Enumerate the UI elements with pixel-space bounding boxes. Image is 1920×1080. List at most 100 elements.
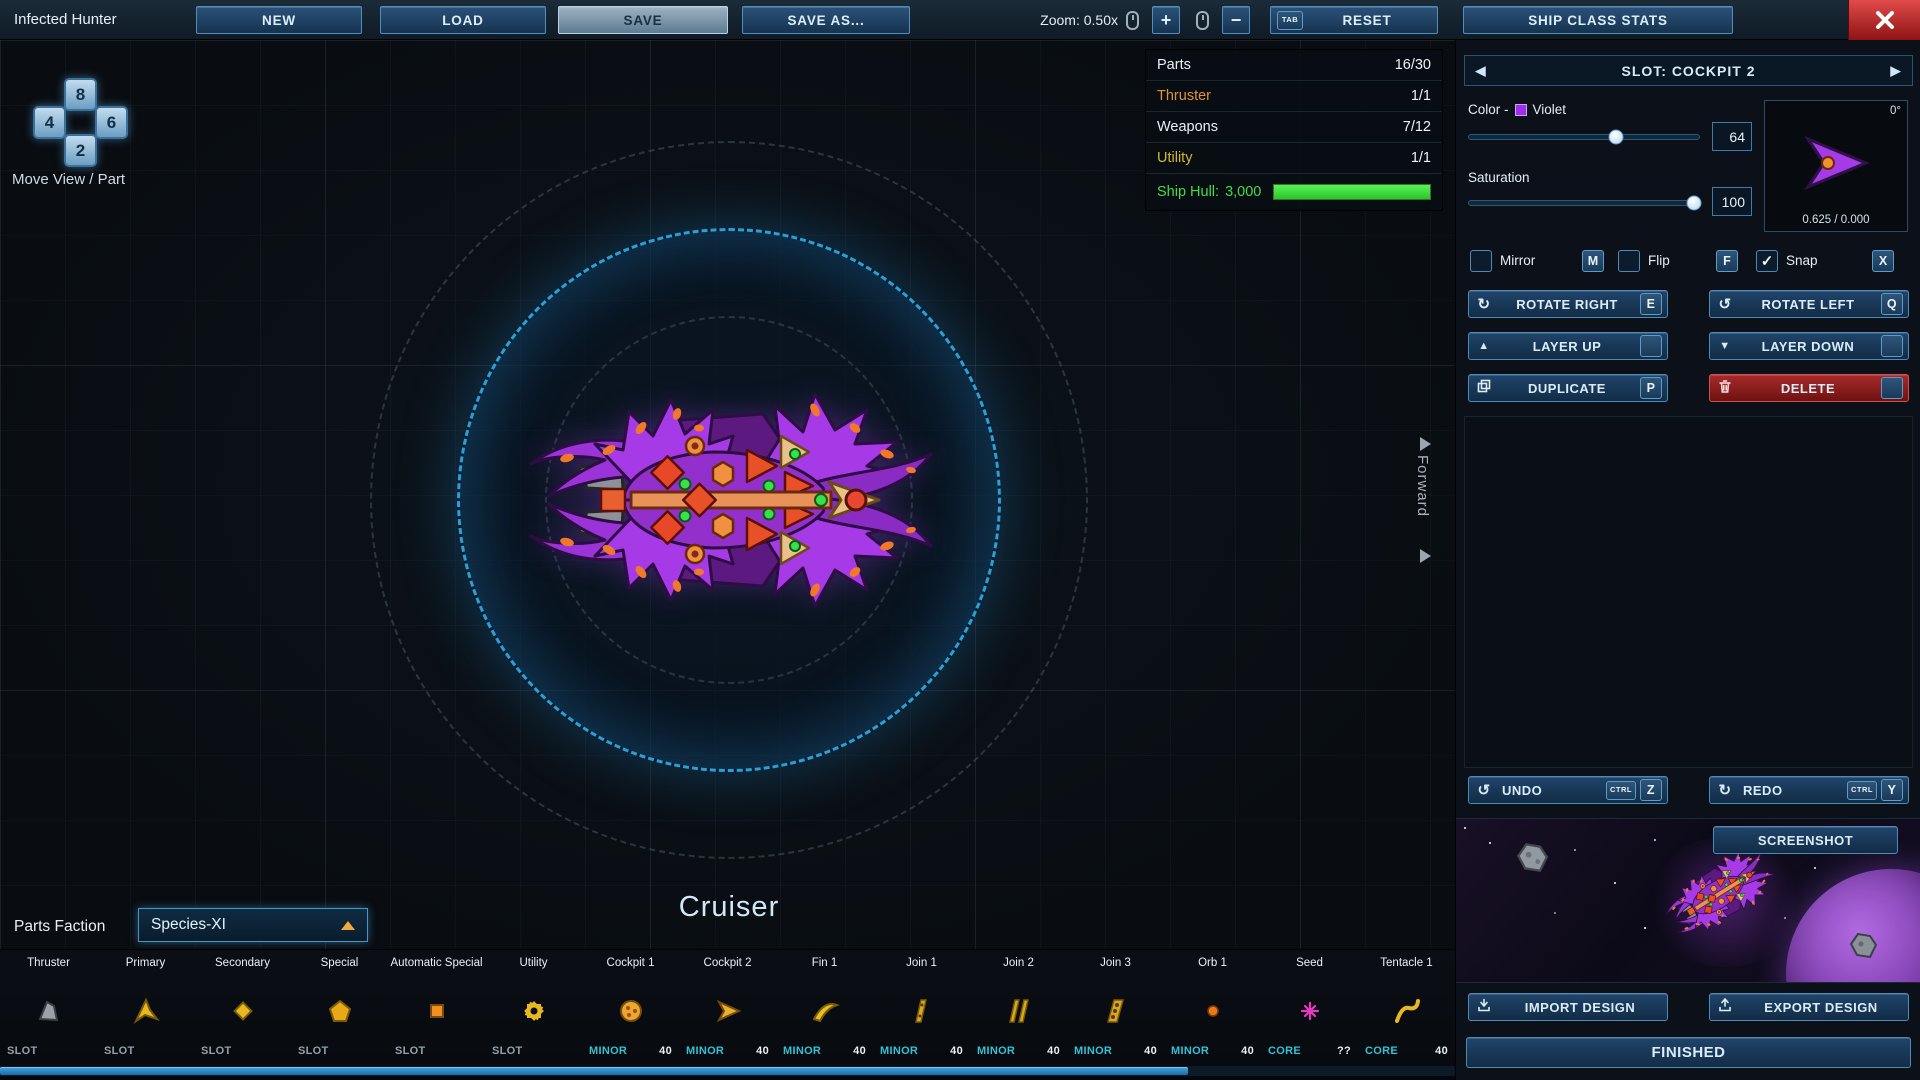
part-thruster[interactable]: Thruster SLOT — [0, 950, 97, 1067]
finished-button[interactable]: FINISHED — [1466, 1037, 1911, 1068]
rotate-right-button[interactable]: ↻ ROTATE RIGHT E — [1468, 290, 1668, 318]
stat-value: 1/1 — [1410, 88, 1431, 104]
undo-button[interactable]: ↺ UNDO CTRL Z — [1468, 776, 1668, 804]
part-type: SLOT — [104, 1045, 135, 1057]
import-design-button[interactable]: IMPORT DESIGN — [1468, 993, 1668, 1021]
save-as-button[interactable]: SAVE AS... — [742, 6, 910, 34]
part-cost: 40 — [1047, 1045, 1060, 1057]
ship-design-canvas[interactable]: 8 4 6 2 Move View / Part Parts 16/30 Thr… — [0, 40, 1455, 949]
zoom-out-button[interactable]: − — [1222, 6, 1250, 34]
part-utility[interactable]: Utility SLOT — [485, 950, 582, 1067]
asteroid-icon — [1516, 843, 1549, 872]
mirror-checkbox[interactable] — [1470, 250, 1492, 272]
ship-editor-window: Infected Hunter NEW LOAD SAVE SAVE AS...… — [0, 0, 1920, 1080]
color-value[interactable]: 64 — [1712, 122, 1752, 151]
stat-label: Thruster — [1157, 88, 1211, 104]
part-cockpit-1[interactable]: Cockpit 1 MINOR 40 — [582, 950, 679, 1067]
next-slot-button[interactable]: ▶ — [1882, 58, 1910, 83]
part-tentacle-1[interactable]: Tentacle 1 CORE 40 — [1358, 950, 1455, 1067]
snap-label: Snap — [1786, 253, 1818, 268]
ship-render[interactable] — [499, 328, 959, 672]
color-slider-handle[interactable] — [1608, 129, 1624, 145]
layer-up-icon: ▲ — [1478, 340, 1490, 352]
orb-1-icon — [1164, 992, 1261, 1030]
color-slider[interactable] — [1468, 129, 1700, 145]
part-name: Fin 1 — [811, 957, 838, 969]
part-primary[interactable]: Primary SLOT — [97, 950, 194, 1067]
part-special[interactable]: Special SLOT — [291, 950, 388, 1067]
join-3-icon — [1067, 992, 1164, 1030]
ship-class-stats-button[interactable]: SHIP CLASS STATS — [1463, 6, 1733, 34]
primary-icon — [97, 992, 194, 1030]
part-cost: 40 — [756, 1045, 769, 1057]
numpad-2-key[interactable]: 2 — [64, 134, 97, 167]
layer-up-button[interactable]: ▲ LAYER UP — [1468, 332, 1668, 360]
rotate-left-button[interactable]: ↺ ROTATE LEFT Q — [1709, 290, 1909, 318]
layer-down-button[interactable]: ▼ LAYER DOWN — [1709, 332, 1909, 360]
layer-down-icon: ▼ — [1719, 340, 1731, 352]
export-design-button[interactable]: EXPORT DESIGN — [1709, 993, 1909, 1021]
save-button[interactable]: SAVE — [558, 6, 728, 34]
hull-bar-fill — [1274, 185, 1430, 199]
duplicate-button[interactable]: DUPLICATE P — [1468, 374, 1668, 402]
stat-value: 16/30 — [1394, 57, 1431, 73]
layer-up-key-icon — [1640, 335, 1662, 357]
previous-slot-button[interactable]: ◀ — [1467, 58, 1495, 83]
delete-button[interactable]: DELETE — [1709, 374, 1909, 402]
snap-checkbox[interactable]: ✓ — [1756, 250, 1778, 272]
part-cost: 40 — [950, 1045, 963, 1057]
redo-button[interactable]: ↻ REDO CTRL Y — [1709, 776, 1909, 804]
numpad-8-key[interactable]: 8 — [64, 78, 97, 111]
utility-icon — [485, 992, 582, 1030]
parts-scrollbar-thumb[interactable] — [0, 1067, 1188, 1075]
part-join-1[interactable]: Join 1 MINOR 40 — [873, 950, 970, 1067]
part-name: Join 1 — [906, 957, 937, 969]
flip-key-icon: F — [1716, 250, 1738, 272]
join-2-icon — [970, 992, 1067, 1030]
rotate-right-key-icon: E — [1640, 293, 1662, 315]
part-orb-1[interactable]: Orb 1 MINOR 40 — [1164, 950, 1261, 1067]
ship-name: Infected Hunter — [14, 11, 117, 28]
zoom-in-button[interactable]: + — [1152, 6, 1180, 34]
parts-scrollbar[interactable] — [0, 1066, 1455, 1076]
part-join-3[interactable]: Join 3 MINOR 40 — [1067, 950, 1164, 1067]
stat-row-parts: Parts 16/30 — [1146, 50, 1442, 81]
part-fin-1[interactable]: Fin 1 MINOR 40 — [776, 950, 873, 1067]
saturation-value[interactable]: 100 — [1712, 187, 1752, 216]
parts-faction-dropdown[interactable]: Species-XI — [138, 908, 368, 942]
part-name: Automatic Special — [390, 957, 483, 969]
saturation-slider-handle[interactable] — [1686, 195, 1702, 211]
layer-down-key-icon — [1881, 335, 1903, 357]
part-preview-box: 0° 0.625 / 0.000 — [1764, 100, 1908, 232]
part-secondary[interactable]: Secondary SLOT — [194, 950, 291, 1067]
saturation-slider[interactable] — [1468, 195, 1702, 211]
parts-palette: Thruster SLOT Primary SLOT Secondary SLO… — [0, 949, 1455, 1066]
parts-faction-label: Parts Faction — [14, 918, 106, 935]
part-type: CORE — [1365, 1045, 1398, 1057]
numpad-4-key[interactable]: 4 — [33, 106, 66, 139]
slot-detail-area — [1464, 416, 1913, 768]
stat-label: Weapons — [1157, 119, 1218, 135]
move-pad-label: Move View / Part — [12, 171, 126, 188]
new-button[interactable]: NEW — [196, 6, 362, 34]
part-join-2[interactable]: Join 2 MINOR 40 — [970, 950, 1067, 1067]
cockpit-1-icon — [582, 992, 679, 1030]
stat-row-hull: Ship Hull: 3,000 — [1146, 174, 1442, 210]
special-icon — [291, 992, 388, 1030]
mouse-wheel-icon — [1126, 11, 1139, 30]
part-name: Seed — [1296, 957, 1323, 969]
close-button[interactable] — [1848, 0, 1920, 40]
screenshot-button[interactable]: SCREENSHOT — [1713, 826, 1898, 854]
chevron-up-icon — [341, 920, 355, 930]
part-automatic-special[interactable]: Automatic Special SLOT — [388, 950, 485, 1067]
part-cockpit-2[interactable]: Cockpit 2 MINOR 40 — [679, 950, 776, 1067]
part-seed[interactable]: Seed CORE?? — [1261, 950, 1358, 1067]
load-button[interactable]: LOAD — [380, 6, 546, 34]
numpad-6-key[interactable]: 6 — [95, 106, 128, 139]
z-key-icon: Z — [1640, 779, 1662, 801]
flip-checkbox[interactable] — [1618, 250, 1640, 272]
part-name: Tentacle 1 — [1380, 957, 1433, 969]
reset-view-button[interactable]: TAB RESET — [1270, 6, 1438, 34]
screenshot-preview: SCREENSHOT — [1456, 818, 1920, 983]
hull-bar — [1273, 184, 1431, 200]
